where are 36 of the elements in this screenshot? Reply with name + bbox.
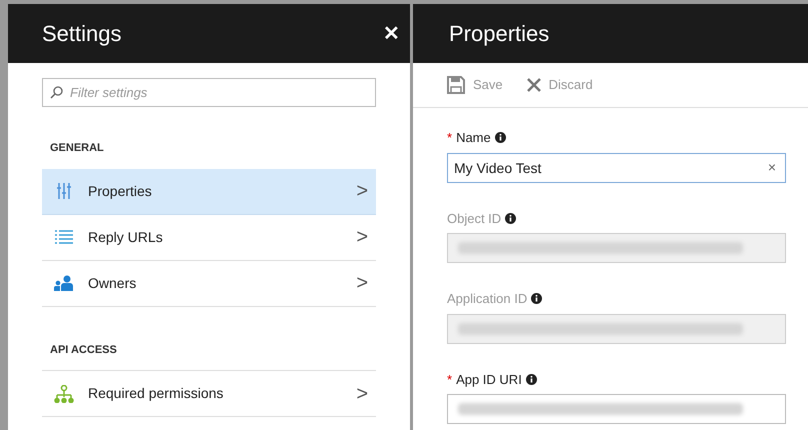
section-heading: GENERAL — [49, 141, 105, 156]
search-icon — [50, 86, 63, 99]
chevron: > — [356, 271, 368, 296]
field-label: Application ID — [447, 290, 528, 308]
chevron: > — [356, 179, 368, 204]
sliders-icon — [56, 182, 72, 200]
info-icon — [494, 132, 506, 144]
text-field[interactable] — [447, 394, 786, 424]
clear-icon[interactable]: × — [768, 158, 776, 174]
info-icon — [531, 293, 542, 304]
required-asterisk: * — [447, 131, 452, 144]
chevron: > — [356, 225, 368, 250]
people-icon — [54, 275, 74, 291]
item-label: Owners — [88, 274, 138, 292]
field-label: Name — [456, 129, 491, 147]
settings-item[interactable]: Properties > — [42, 168, 376, 214]
close-icon — [526, 78, 541, 92]
item-label: Properties — [88, 182, 153, 201]
info-icon — [505, 212, 516, 224]
settings-item[interactable]: Reply URLs > — [42, 214, 376, 260]
item-label: Reply URLs — [88, 228, 164, 247]
required-asterisk: * — [447, 372, 452, 386]
chevron: > — [356, 382, 368, 406]
section-heading: API ACCESS — [49, 342, 118, 358]
field-label: App ID URI — [456, 370, 522, 389]
settings-item[interactable]: Owners > — [42, 260, 376, 306]
item-label: Required permissions — [88, 384, 224, 403]
field-label: Object ID — [447, 210, 502, 228]
close-button[interactable]: ✕ — [383, 18, 400, 48]
filter-field[interactable]: Filter settings — [42, 78, 376, 107]
panel-title: Settings — [42, 20, 122, 48]
panel-title: Properties — [449, 20, 550, 48]
info-icon — [526, 374, 537, 385]
save-icon — [447, 76, 465, 94]
list-icon — [55, 230, 73, 244]
hierarchy-icon — [54, 384, 74, 402]
